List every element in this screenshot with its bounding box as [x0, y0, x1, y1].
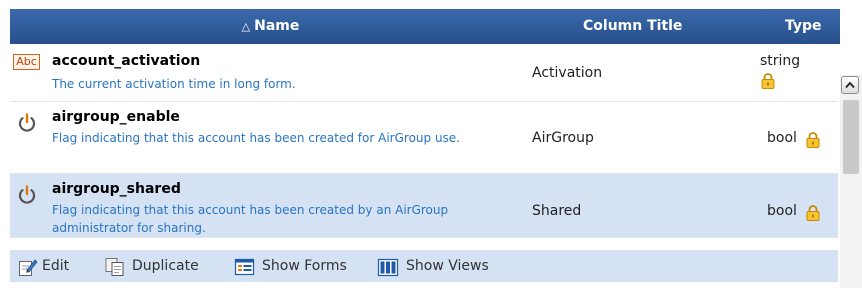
fields-grid: △ Name Column Title Type Abc account_acti… — [0, 0, 862, 288]
show-forms-label: Show Forms — [262, 258, 347, 274]
field-description: Flag indicating that this account has be… — [52, 131, 460, 145]
duplicate-label: Duplicate — [132, 258, 199, 274]
power-icon — [16, 112, 38, 134]
grid-header: △ Name Column Title Type — [10, 9, 840, 44]
field-name: account_activation — [52, 53, 201, 69]
table-row[interactable]: airgroup_enable Flag indicating that thi… — [10, 102, 838, 174]
field-description: The current activation time in long form… — [52, 77, 296, 91]
scrollbar-thumb[interactable] — [843, 100, 859, 174]
chevron-up-icon — [845, 81, 855, 89]
field-type: string — [760, 53, 801, 69]
power-icon — [16, 184, 38, 206]
column-header-column-title[interactable]: Column Title — [583, 9, 682, 44]
forms-icon — [234, 257, 256, 281]
field-description: Flag indicating that this account has be… — [52, 203, 449, 235]
field-column-title: Activation — [532, 65, 603, 81]
lock-icon — [805, 131, 821, 148]
edit-icon — [18, 257, 38, 281]
field-column-title: Shared — [532, 203, 582, 219]
lock-icon — [805, 204, 821, 221]
show-views-label: Show Views — [406, 258, 489, 274]
field-name: airgroup_shared — [52, 181, 181, 197]
column-header-name-label: Name — [254, 18, 300, 34]
table-row-selected[interactable]: airgroup_shared Flag indicating that thi… — [10, 174, 838, 238]
table-row[interactable]: Abc account_activation The current activ… — [10, 44, 838, 102]
field-name: airgroup_enable — [52, 109, 180, 125]
vertical-scrollbar[interactable] — [840, 75, 862, 288]
duplicate-icon — [104, 257, 128, 281]
column-header-type[interactable]: Type — [785, 9, 822, 44]
row-actions-bar: Edit Duplicate Show Forms Show Views — [10, 250, 838, 282]
sort-ascending-icon: △ — [241, 20, 251, 33]
scroll-up-button[interactable] — [841, 76, 859, 94]
field-type: bool — [767, 203, 797, 219]
edit-label: Edit — [42, 258, 70, 274]
views-icon — [377, 257, 399, 281]
field-type: bool — [767, 130, 797, 146]
field-column-title: AirGroup — [532, 130, 594, 146]
column-header-name[interactable]: △ Name — [10, 9, 531, 44]
lock-icon — [760, 72, 776, 89]
abc-text-icon: Abc — [13, 54, 40, 70]
